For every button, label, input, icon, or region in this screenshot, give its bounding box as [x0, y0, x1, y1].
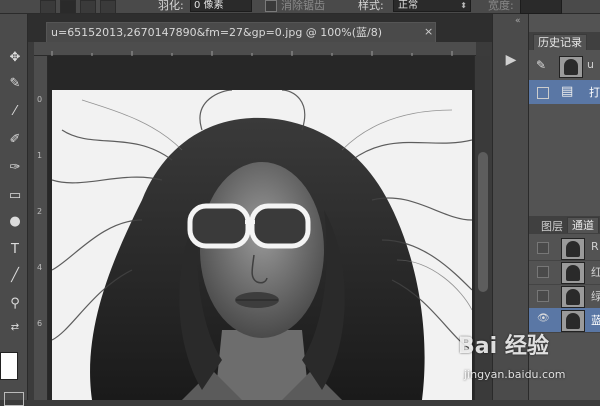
options-bar: 羽化: 0 像素 消除锯齿 样式: 正常 ⬍ 宽度: [0, 0, 600, 14]
close-icon[interactable]: × [424, 25, 433, 38]
collapse-arrows-icon[interactable]: « [515, 16, 521, 26]
scrollbar-thumb[interactable] [478, 152, 488, 292]
quick-selection-tool-icon[interactable]: ✎ [6, 76, 24, 92]
channel-thumbnail [561, 262, 585, 284]
channel-label: 红 [591, 266, 600, 279]
subtract-selection-button[interactable] [80, 0, 96, 14]
history-brush-icon[interactable]: ✎ [536, 58, 546, 72]
style-label: 样式: [358, 0, 384, 12]
line-tool-icon[interactable]: ╱ [6, 268, 24, 284]
ruler-mark: 1 [37, 151, 43, 160]
document-tab[interactable]: u=65152013,2670147890&fm=27&gp=0.jpg @ 1… [46, 22, 436, 42]
channel-visibility-checkbox[interactable] [537, 242, 549, 254]
channel-visibility-checkbox[interactable] [537, 290, 549, 302]
screen-mode-icon[interactable] [4, 392, 24, 406]
swap-colors-icon[interactable]: ⇄ [6, 320, 24, 336]
baidu-watermark: Bai 经验 jingyan.baidu.com [458, 328, 598, 388]
brush-tool-icon[interactable]: ✐ [6, 132, 24, 148]
watermark-logo: Bai 经验 [458, 334, 549, 359]
eraser-tool-icon[interactable]: ▭ [6, 188, 24, 204]
channel-label: 蓝 [591, 314, 600, 327]
history-brush-tool-icon[interactable]: ✑ [6, 160, 24, 176]
channel-label: R [591, 240, 599, 253]
state-checkbox[interactable] [537, 87, 549, 99]
channel-thumbnail [561, 238, 585, 260]
feather-label: 羽化: [158, 0, 184, 12]
style-select-value: 正常 [398, 0, 418, 11]
channel-row[interactable]: 红 [529, 260, 600, 285]
channel-row[interactable]: R [529, 236, 600, 261]
tab-channels[interactable]: 通道 [567, 217, 599, 233]
ruler-mark: 0 [37, 95, 43, 104]
style-select[interactable]: 正常 ⬍ [393, 0, 471, 12]
play-icon[interactable]: ▶ [501, 50, 521, 70]
ruler-mark: 4 [37, 263, 43, 272]
channel-row[interactable]: 绿 [529, 284, 600, 309]
antialias-checkbox[interactable] [265, 0, 277, 12]
zoom-tool-icon[interactable]: ⚲ [6, 296, 24, 312]
horizontal-ruler [34, 42, 476, 56]
blur-tool-icon[interactable]: ● [6, 214, 24, 230]
document-tab-bar: u=65152013,2670147890&fm=27&gp=0.jpg @ 1… [28, 14, 492, 42]
history-row-label: u [587, 58, 594, 71]
add-selection-button[interactable] [60, 0, 76, 14]
channel-thumbnail [561, 286, 585, 308]
history-snapshot-row[interactable]: ✎ u [529, 54, 600, 78]
tab-history[interactable]: 历史记录 [533, 34, 587, 50]
document-icon: ▤ [561, 84, 574, 99]
antialias-label: 消除锯齿 [281, 0, 325, 12]
width-input[interactable] [520, 0, 562, 14]
width-label: 宽度: [488, 0, 514, 12]
move-tool-icon[interactable]: ✥ [6, 50, 24, 66]
channel-visibility-checkbox[interactable] [537, 266, 549, 278]
portrait-illustration [52, 90, 472, 400]
ruler-mark: 2 [37, 207, 43, 216]
eyedropper-tool-icon[interactable]: ⁄ [6, 104, 24, 120]
document-tab-title: u=65152013,2670147890&fm=27&gp=0.jpg @ 1… [51, 26, 383, 39]
document-image[interactable] [52, 90, 472, 400]
chevron-down-icon: ⬍ [460, 1, 467, 10]
history-state-row[interactable]: ▤ 打 [529, 80, 600, 104]
history-row-label: 打 [589, 86, 600, 99]
eye-icon[interactable]: 👁 [537, 314, 550, 324]
vertical-ruler: 0 1 2 4 6 [34, 56, 48, 400]
foreground-color-swatch[interactable] [0, 352, 18, 380]
intersect-selection-button[interactable] [100, 0, 116, 14]
type-tool-icon[interactable]: T [6, 242, 24, 258]
watermark-url: jingyan.baidu.com [464, 368, 566, 381]
snapshot-thumbnail [559, 56, 583, 78]
feather-input[interactable]: 0 像素 [190, 0, 252, 12]
ruler-mark: 6 [37, 319, 43, 328]
tab-layers[interactable]: 图层 [537, 219, 567, 235]
tool-panel: ✥ ✎ ⁄ ✐ ✑ ▭ ● T ╱ ⚲ ⇄ [0, 14, 28, 406]
channel-label: 绿 [591, 290, 600, 303]
new-selection-button[interactable] [40, 0, 56, 14]
